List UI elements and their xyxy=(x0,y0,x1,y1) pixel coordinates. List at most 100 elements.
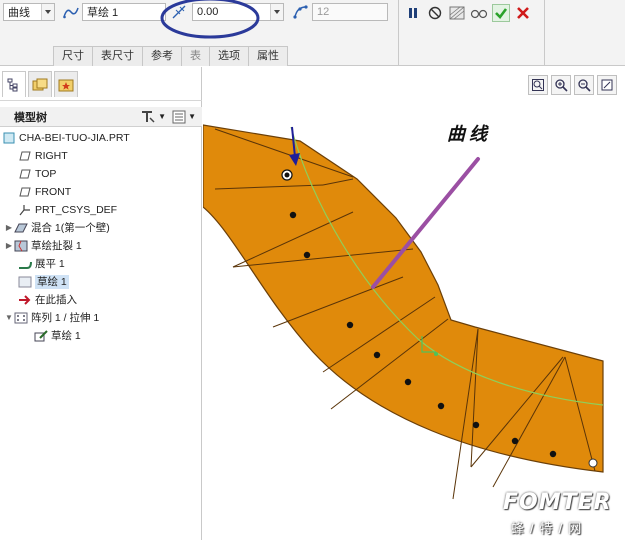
tab-dimensions[interactable]: 尺寸 xyxy=(53,46,92,66)
no-preview-icon[interactable] xyxy=(426,4,444,22)
tree-item-pattern[interactable]: ▼ 阵列 1 / 拉伸 1 xyxy=(4,309,99,326)
sheet-metal-part[interactable] xyxy=(203,124,604,473)
watermark: FOMTER 蜂/特/网 xyxy=(503,490,623,538)
tree-item-label: FRONT xyxy=(35,185,72,198)
curve-sketch-icon xyxy=(61,3,81,21)
coordinate-system-icon xyxy=(18,203,32,216)
sketch-combo[interactable]: 草绘 1 xyxy=(82,3,166,21)
end-hole[interactable] xyxy=(588,458,598,468)
tree-item-label: 展平 1 xyxy=(35,257,65,270)
tree-item-label: CHA-BEI-TUO-JIA.PRT xyxy=(19,131,130,144)
sketch-combo-value: 草绘 1 xyxy=(87,7,119,19)
tree-item-sketch[interactable]: 草绘 1 xyxy=(18,273,69,290)
tree-item-insert-here[interactable]: 在此插入 xyxy=(18,291,77,308)
model-tree-title: 模型树 xyxy=(14,111,47,124)
sketch-pencil-icon xyxy=(34,329,48,342)
model-tree-header: 模型树 ▼ ▼ xyxy=(0,107,202,127)
hole[interactable] xyxy=(472,421,480,429)
sketch-icon xyxy=(18,275,32,288)
separator xyxy=(398,0,399,66)
tab-options[interactable]: 选项 xyxy=(209,46,248,66)
dashboard-tabs: 尺寸 表尺寸 参考 表 选项 属性 xyxy=(53,46,288,66)
tree-item-label: 在此插入 xyxy=(35,293,77,306)
hole[interactable] xyxy=(289,211,297,219)
part-drawing xyxy=(203,124,604,500)
tree-item-label: RIGHT xyxy=(35,149,68,162)
datum-plane-icon xyxy=(18,185,32,198)
tree-show-button[interactable]: ▼ xyxy=(172,110,196,124)
pattern-icon xyxy=(14,311,28,324)
part-icon xyxy=(2,131,16,144)
tab-references[interactable]: 参考 xyxy=(142,46,181,66)
chevron-down-icon: ▼ xyxy=(188,112,196,121)
preview-mesh-icon[interactable] xyxy=(448,4,466,22)
tab-table[interactable]: 表 xyxy=(181,46,209,66)
curve-annotation: 曲线 xyxy=(447,124,491,145)
pause-icon[interactable] xyxy=(404,4,422,22)
confirm-check-icon[interactable] xyxy=(492,4,510,22)
tree-settings-button[interactable]: ▼ xyxy=(140,110,166,124)
pattern-count-icon xyxy=(291,3,311,21)
repaint-icon[interactable] xyxy=(597,75,617,95)
insert-arrow-icon xyxy=(18,293,32,306)
glasses-icon[interactable] xyxy=(470,4,488,22)
tab-table-dimensions[interactable]: 表尺寸 xyxy=(92,46,142,66)
navigator-panel: 模型树 ▼ ▼ CHA-BEI-TUO-JIA.PRT RIGHT TOP FR… xyxy=(0,67,202,540)
tree-item-label: 草绘 1 xyxy=(35,274,69,289)
tree-item-sketch-rip[interactable]: ▶ 草绘扯裂 1 xyxy=(4,237,82,254)
tree-item-label: TOP xyxy=(35,167,57,180)
selected-hole-center xyxy=(284,172,290,178)
count-field[interactable]: 12 xyxy=(312,3,388,21)
chevron-down-icon xyxy=(41,4,54,20)
tree-item-part[interactable]: CHA-BEI-TUO-JIA.PRT xyxy=(2,129,130,146)
hole[interactable] xyxy=(303,251,311,259)
dashboard-controls xyxy=(404,4,532,22)
tree-item-top[interactable]: TOP xyxy=(18,165,56,182)
graphics-window[interactable]: 曲线 xyxy=(203,67,625,540)
zoom-in-icon[interactable] xyxy=(551,75,571,95)
blend-wall-icon xyxy=(14,221,28,234)
tree-item-label: 草绘 1 xyxy=(51,329,81,342)
expand-arrow-icon[interactable]: ▶ xyxy=(4,241,14,250)
datum-plane-icon xyxy=(18,167,32,180)
tree-item-right[interactable]: RIGHT xyxy=(18,147,68,164)
model-tree-tab-icon[interactable] xyxy=(2,71,26,97)
tree-item-blend[interactable]: ▶ 混合 1(第一个壁) xyxy=(4,219,110,236)
navigator-tabs xyxy=(0,71,202,101)
hole[interactable] xyxy=(437,402,445,410)
tree-item-pattern-sketch[interactable]: 草绘 1 xyxy=(34,327,81,344)
tree-item-label: 草绘扯裂 1 xyxy=(31,239,82,252)
separator xyxy=(544,0,545,66)
dashboard-toolbar: 曲线 草绘 1 0.00 12 尺寸 表尺寸 参考 表 选项 属性 xyxy=(0,0,625,66)
chevron-down-icon: ▼ xyxy=(158,112,167,121)
tree-item-label: 混合 1(第一个壁) xyxy=(31,221,110,234)
type-combo[interactable]: 曲线 xyxy=(3,3,55,21)
sketch-rip-icon xyxy=(14,239,28,252)
view-toolbar xyxy=(528,75,617,95)
callout-ellipse xyxy=(160,0,260,39)
datum-plane-icon xyxy=(18,149,32,162)
hole[interactable] xyxy=(346,321,354,329)
hole[interactable] xyxy=(404,378,412,386)
expand-arrow-icon[interactable]: ▶ xyxy=(4,223,14,232)
zoom-out-icon[interactable] xyxy=(574,75,594,95)
hole[interactable] xyxy=(511,437,519,445)
chevron-down-icon xyxy=(270,4,283,20)
folder-browser-tab-icon[interactable] xyxy=(28,71,52,97)
tree-item-unbend[interactable]: 展平 1 xyxy=(18,255,65,272)
watermark-subtitle: 蜂/特/网 xyxy=(511,521,588,536)
unbend-icon xyxy=(18,257,32,270)
tree-item-label: PRT_CSYS_DEF xyxy=(35,203,118,216)
tab-properties[interactable]: 属性 xyxy=(248,46,288,66)
refit-icon[interactable] xyxy=(528,75,548,95)
favorites-tab-icon[interactable] xyxy=(54,71,78,97)
hole[interactable] xyxy=(373,351,381,359)
type-combo-value: 曲线 xyxy=(8,7,30,19)
collapse-arrow-icon[interactable]: ▼ xyxy=(4,313,14,322)
watermark-brand: FOMTER xyxy=(503,490,612,515)
tree-item-csys[interactable]: PRT_CSYS_DEF xyxy=(18,201,117,218)
tree-item-front[interactable]: FRONT xyxy=(18,183,71,200)
cancel-x-icon[interactable] xyxy=(514,4,532,22)
tree-item-label: 阵列 1 / 拉伸 1 xyxy=(31,311,100,324)
hole[interactable] xyxy=(549,450,557,458)
